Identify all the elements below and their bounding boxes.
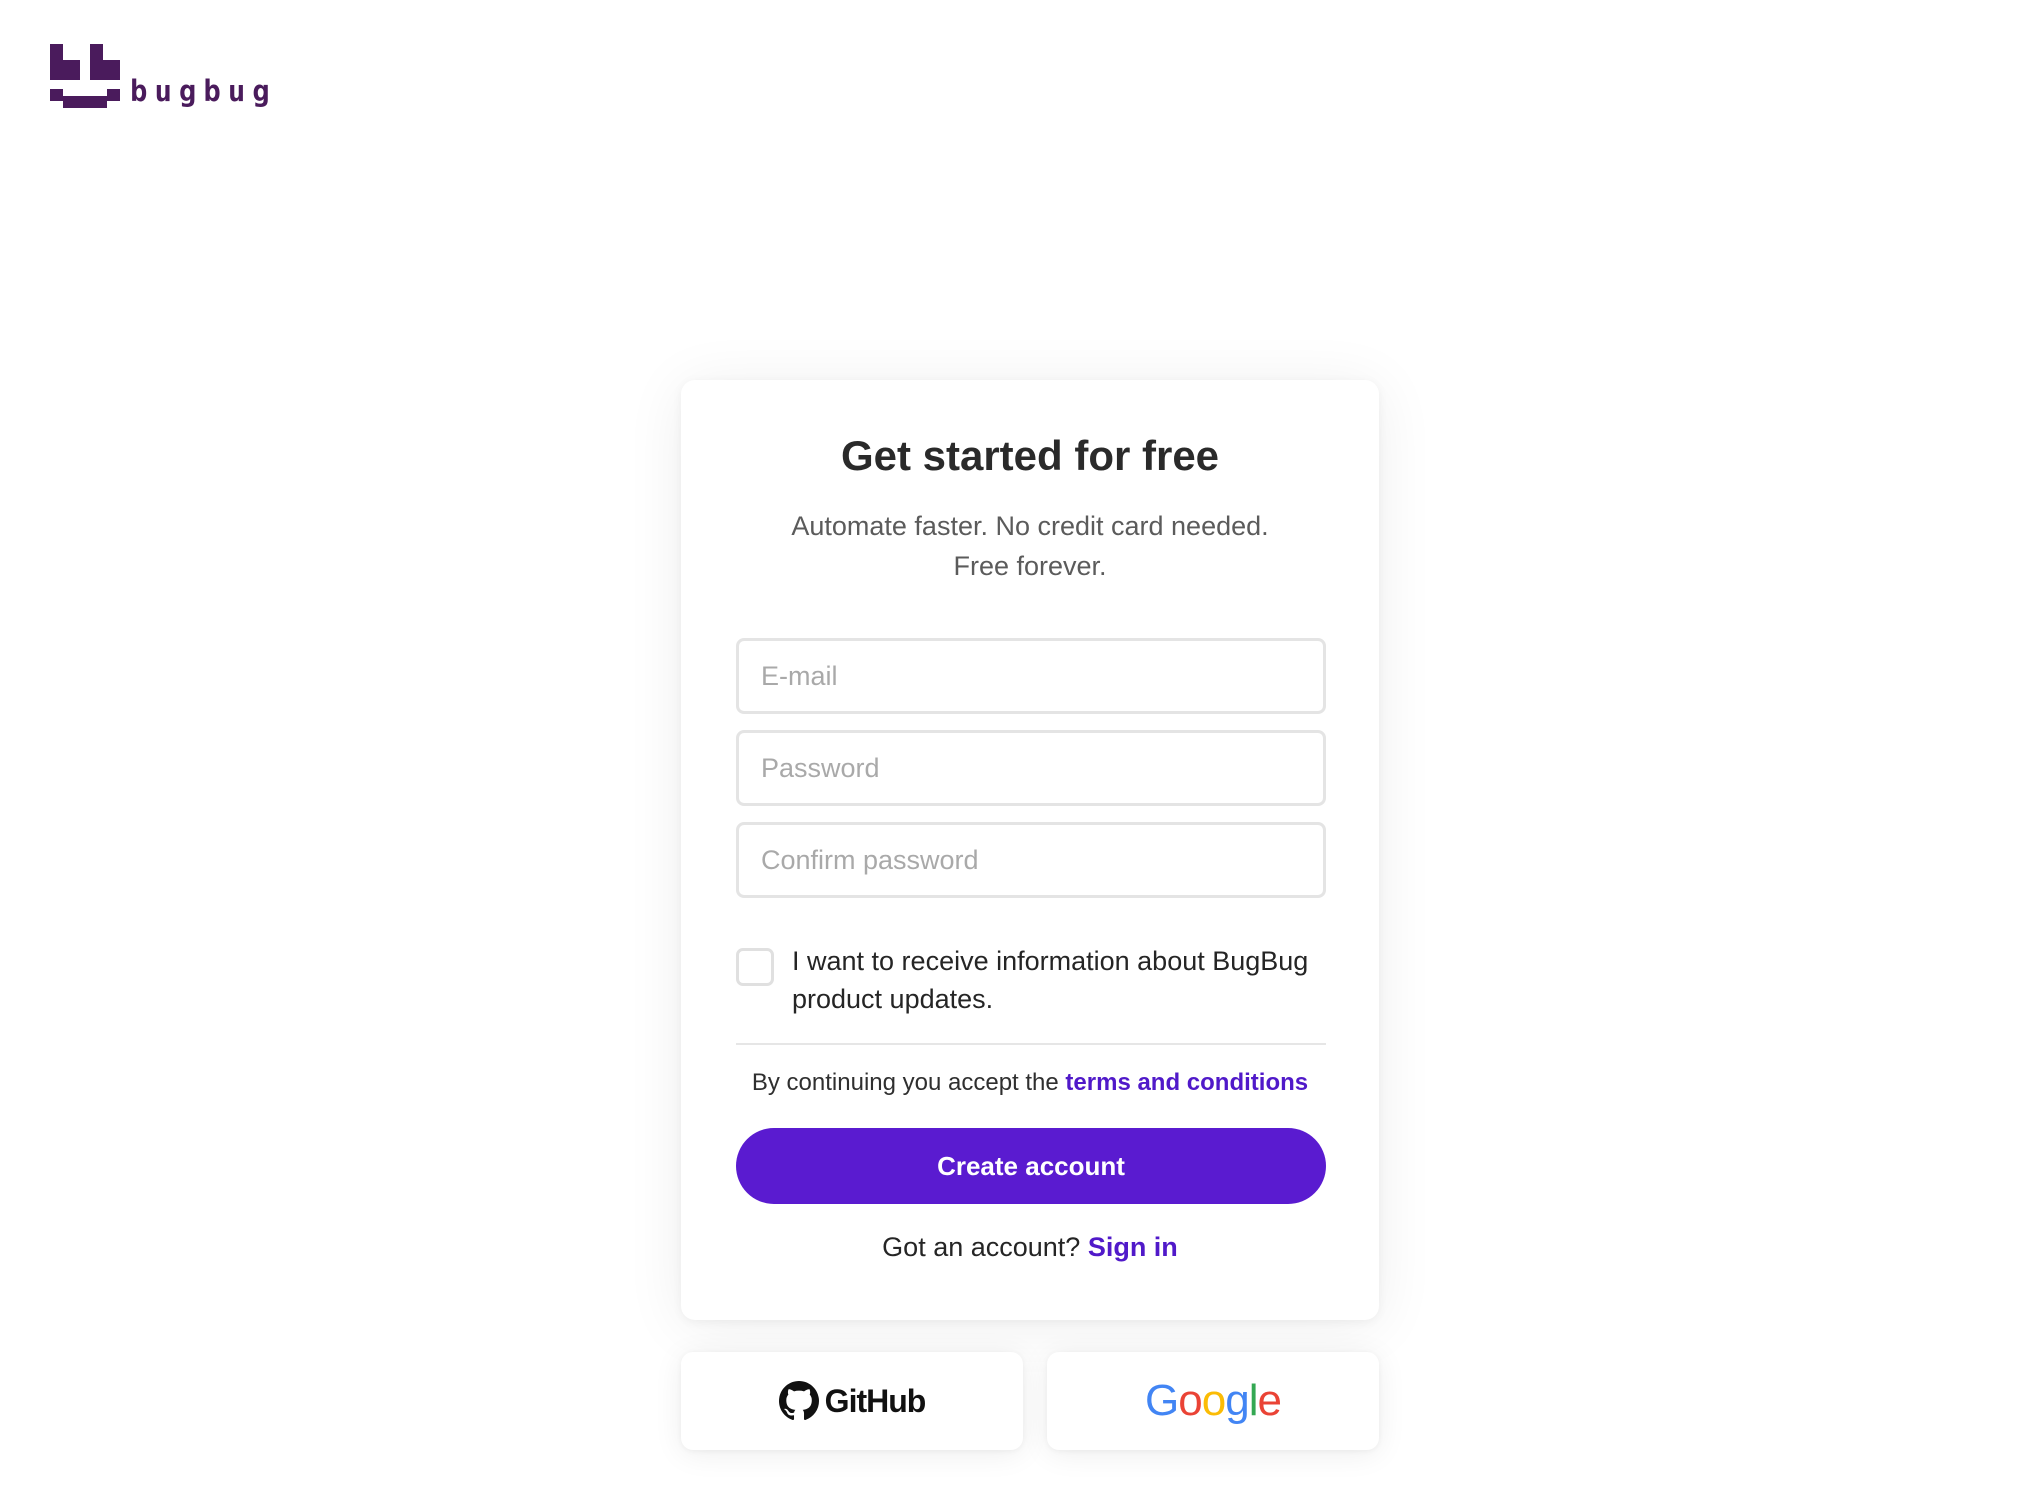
- subtitle-line-2: Free forever.: [953, 551, 1107, 581]
- password-field[interactable]: [736, 730, 1326, 806]
- github-label: GitHub: [824, 1382, 927, 1419]
- product-updates-checkbox[interactable]: [736, 948, 774, 986]
- divider: [736, 1043, 1326, 1045]
- create-account-button[interactable]: Create account: [736, 1128, 1326, 1204]
- google-letter: l: [1248, 1376, 1259, 1425]
- email-field[interactable]: [736, 638, 1326, 714]
- google-letter: g: [1225, 1376, 1250, 1425]
- signin-prefix: Got an account?: [882, 1232, 1088, 1262]
- signin-link[interactable]: Sign in: [1088, 1232, 1178, 1262]
- terms-notice: By continuing you accept the terms and c…: [681, 1069, 1379, 1097]
- github-octocat-icon: [778, 1381, 819, 1421]
- signup-card: Get started for free Automate faster. No…: [681, 380, 1379, 1320]
- bugbug-logo-mark: bugbug: [50, 44, 276, 108]
- bugbug-wordmark: bugbug: [130, 74, 276, 108]
- google-logo: Google: [1145, 1376, 1282, 1426]
- confirm-password-field[interactable]: [736, 822, 1326, 898]
- github-signup-button[interactable]: GitHub: [681, 1352, 1023, 1450]
- terms-link[interactable]: terms and conditions: [1065, 1069, 1308, 1096]
- google-letter: o: [1178, 1376, 1203, 1425]
- page-title: Get started for free: [840, 432, 1220, 479]
- subtitle-line-1: Automate faster. No credit card needed.: [791, 511, 1269, 541]
- google-signup-button[interactable]: Google: [1047, 1352, 1379, 1450]
- bugbug-logo[interactable]: bugbug: [50, 44, 276, 117]
- product-updates-label[interactable]: I want to receive information about BugB…: [792, 942, 1337, 1018]
- terms-prefix: By continuing you accept the: [751, 1069, 1066, 1096]
- google-letter: e: [1257, 1376, 1282, 1425]
- signin-row: Got an account? Sign in: [681, 1232, 1379, 1263]
- google-letter: o: [1201, 1376, 1227, 1425]
- subtitle: Automate faster. No credit card needed. …: [761, 506, 1299, 586]
- google-letter: G: [1145, 1376, 1179, 1425]
